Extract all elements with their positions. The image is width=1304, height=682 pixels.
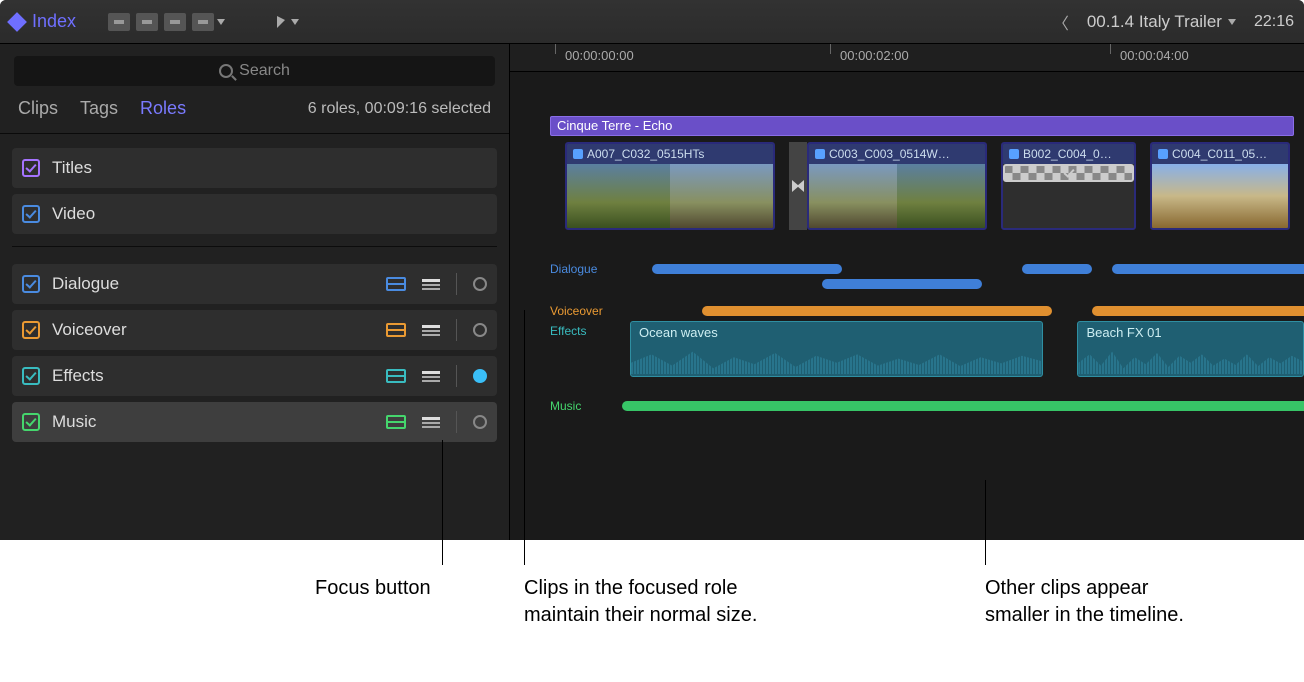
transition-icon[interactable] [789, 142, 807, 230]
voiceover-lane: Voiceover [550, 304, 1304, 318]
clip-label: Ocean waves [639, 325, 718, 340]
role-music[interactable]: Music [12, 402, 497, 442]
lanes-icon[interactable] [386, 415, 406, 429]
leader-line [524, 310, 525, 565]
search-input[interactable]: Search [14, 56, 495, 86]
music-lane: Music [550, 399, 1304, 413]
audio-clip[interactable] [1092, 306, 1304, 316]
audio-clip[interactable] [1112, 264, 1304, 274]
leader-line [442, 440, 443, 565]
tab-roles[interactable]: Roles [140, 98, 186, 119]
audio-clip[interactable] [702, 306, 1052, 316]
checkbox-icon[interactable] [22, 321, 40, 339]
checkbox-icon[interactable] [22, 275, 40, 293]
index-label: Index [32, 11, 76, 32]
ruler-tick: 00:00:04:00 [1120, 48, 1189, 63]
collapse-icon[interactable] [422, 371, 440, 382]
role-label: Effects [52, 366, 104, 386]
leader-line [985, 480, 986, 565]
clip-label: Beach FX 01 [1086, 325, 1161, 340]
lane-label: Dialogue [550, 262, 622, 276]
dialogue-lane: Dialogue [550, 262, 1304, 276]
zoom-icon[interactable] [192, 13, 214, 31]
selection-info: 6 roles, 00:09:16 selected [308, 100, 491, 118]
primary-storyline: A007_C032_0515HTs C003_C003_0514W… B002_… [565, 142, 1304, 230]
ruler-tick: 00:00:00:00 [565, 48, 634, 63]
index-button[interactable]: Index [10, 11, 76, 32]
waveform-icon [1078, 346, 1303, 374]
pointer-icon[interactable] [277, 16, 285, 28]
focus-button[interactable] [473, 415, 487, 429]
role-voiceover[interactable]: Voiceover [12, 310, 497, 350]
effects-lane: Effects Ocean waves Beach FX 01 [550, 324, 1304, 340]
role-label: Music [52, 412, 96, 432]
role-titles[interactable]: Titles [12, 148, 497, 188]
lanes-icon[interactable] [386, 277, 406, 291]
pointer-group [277, 16, 299, 28]
collapse-icon[interactable] [422, 417, 440, 428]
collapse-icon[interactable] [422, 279, 440, 290]
effects-clip[interactable]: Beach FX 01 [1077, 321, 1304, 377]
title-clip[interactable]: Cinque Terre - Echo [550, 116, 1294, 136]
audio-clip[interactable] [652, 264, 842, 274]
checkbox-icon[interactable] [22, 205, 40, 223]
clip-label: C004_C011_05… [1172, 147, 1267, 161]
top-toolbar: Index 〈 00.1.4 Italy Trailer 22:16 [0, 0, 1304, 44]
lanes-icon[interactable] [386, 369, 406, 383]
role-dialogue[interactable]: Dialogue [12, 264, 497, 304]
skim-icon[interactable] [164, 13, 186, 31]
focus-button[interactable] [473, 323, 487, 337]
chevron-down-icon[interactable] [217, 19, 225, 25]
lanes-icon[interactable] [386, 323, 406, 337]
lane-label: Voiceover [550, 304, 622, 318]
search-placeholder: Search [239, 62, 290, 80]
tool-group [108, 13, 225, 31]
clip-label: C003_C003_0514W… [829, 147, 950, 161]
waveform-icon [631, 346, 1042, 374]
diamond-icon [7, 12, 27, 32]
tab-clips[interactable]: Clips [18, 98, 58, 119]
timeline[interactable]: 00:00:00:00 00:00:02:00 00:00:04:00 Cinq… [510, 44, 1304, 540]
video-clip[interactable]: C004_C011_05… [1150, 142, 1290, 230]
role-video[interactable]: Video [12, 194, 497, 234]
video-clip[interactable]: B002_C004_0… [1001, 142, 1136, 230]
snap-icon[interactable] [136, 13, 158, 31]
role-effects[interactable]: Effects [12, 356, 497, 396]
video-clip[interactable]: A007_C032_0515HTs [565, 142, 775, 230]
collapse-icon[interactable] [422, 325, 440, 336]
time-ruler[interactable]: 00:00:00:00 00:00:02:00 00:00:04:00 [510, 44, 1304, 72]
focus-button[interactable] [473, 369, 487, 383]
checkbox-icon[interactable] [22, 367, 40, 385]
role-label: Dialogue [52, 274, 119, 294]
clip-label: A007_C032_0515HTs [587, 147, 704, 161]
callout-focus: Focus button [315, 575, 431, 602]
project-duration: 22:16 [1254, 13, 1294, 31]
checkbox-icon[interactable] [22, 413, 40, 431]
audio-clip[interactable] [1022, 264, 1092, 274]
role-label: Titles [52, 158, 92, 178]
callout-other-clips: Other clips appear smaller in the timeli… [985, 575, 1205, 629]
role-label: Voiceover [52, 320, 127, 340]
focus-button[interactable] [473, 277, 487, 291]
prev-button[interactable]: 〈 [1053, 10, 1069, 34]
index-panel: Search Clips Tags Roles 6 roles, 00:09:1… [0, 44, 510, 540]
effects-clip[interactable]: Ocean waves [630, 321, 1043, 377]
roles-list: Titles Video Dialogue [0, 134, 509, 456]
audio-clip[interactable] [822, 279, 982, 289]
search-icon [219, 64, 233, 78]
appearance-icon[interactable] [108, 13, 130, 31]
chevron-down-icon[interactable] [291, 19, 299, 25]
clip-label: B002_C004_0… [1023, 147, 1112, 161]
tab-tags[interactable]: Tags [80, 98, 118, 119]
chevron-down-icon[interactable] [1228, 19, 1236, 25]
checkbox-icon[interactable] [22, 159, 40, 177]
role-label: Video [52, 204, 95, 224]
audio-clip[interactable] [622, 401, 1304, 411]
video-clip[interactable]: C003_C003_0514W… [807, 142, 987, 230]
callout-focused-role: Clips in the focused role maintain their… [524, 575, 764, 629]
ruler-tick: 00:00:02:00 [840, 48, 909, 63]
project-title[interactable]: 00.1.4 Italy Trailer [1087, 12, 1222, 32]
lane-label: Music [550, 399, 622, 413]
